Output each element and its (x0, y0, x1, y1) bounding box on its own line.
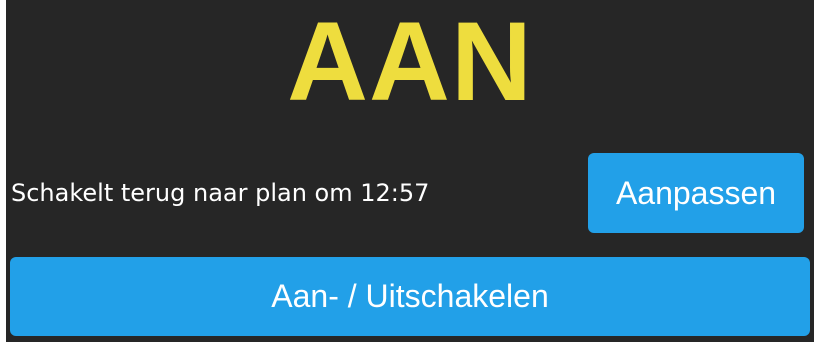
schedule-status-text: Schakelt terug naar plan om 12:57 (11, 179, 430, 207)
adjust-button[interactable]: Aanpassen (588, 153, 804, 233)
toggle-on-off-button[interactable]: Aan- / Uitschakelen (10, 257, 810, 336)
schedule-row: Schakelt terug naar plan om 12:57 Aanpas… (6, 153, 814, 233)
control-panel: AAN Schakelt terug naar plan om 12:57 Aa… (6, 0, 814, 342)
state-indicator: AAN (287, 0, 533, 124)
